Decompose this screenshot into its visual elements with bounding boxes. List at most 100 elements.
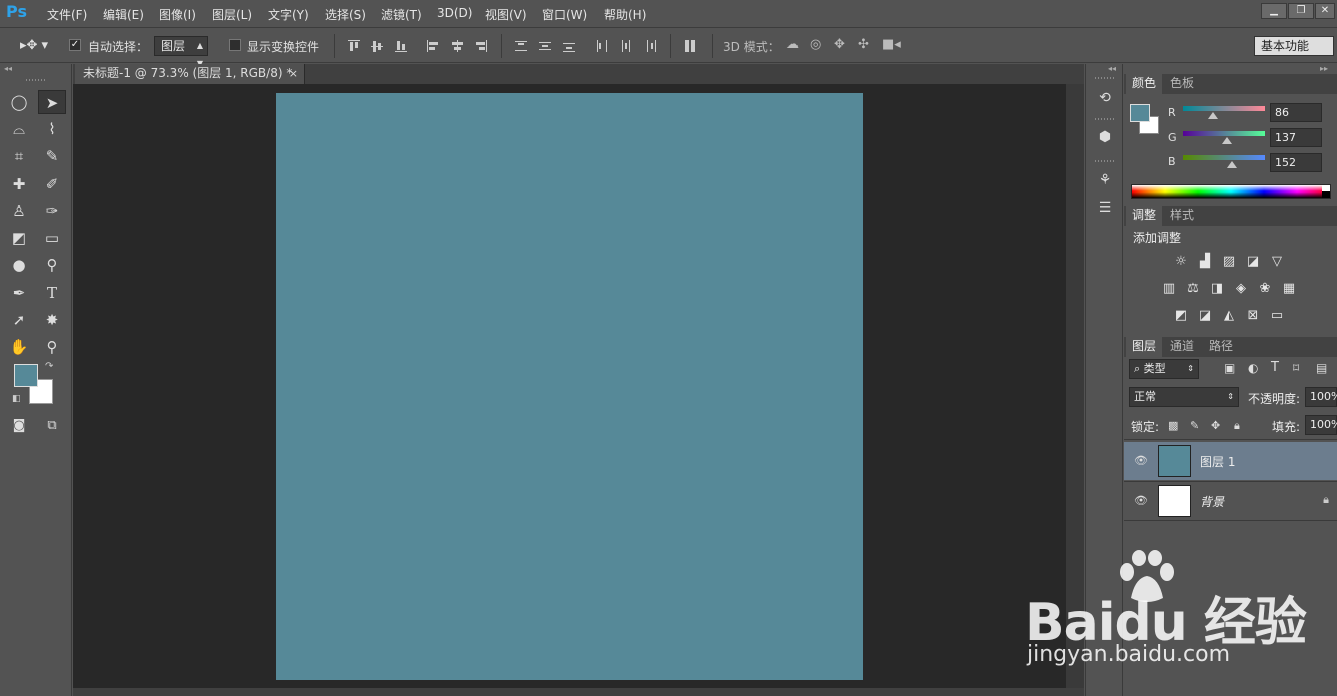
default-colors-icon[interactable]: ◧	[12, 394, 21, 404]
menu-select[interactable]: 选择(S)	[325, 6, 366, 23]
minimize-button[interactable]: ▁	[1261, 3, 1287, 19]
zoom-tool-icon[interactable]: ⚲	[38, 335, 66, 359]
auto-align-layers-icon[interactable]	[682, 38, 698, 54]
red-slider[interactable]	[1183, 106, 1265, 111]
lock-image-icon[interactable]: ✎	[1190, 419, 1199, 432]
gradient-tool-icon[interactable]: ▭	[38, 226, 66, 250]
document-canvas[interactable]	[276, 93, 863, 680]
distribute-top-icon[interactable]	[513, 38, 529, 54]
auto-select-target-select[interactable]: 图层 ▲▼	[154, 36, 208, 68]
align-top-icon[interactable]	[346, 38, 362, 54]
red-value-field[interactable]: 86	[1270, 103, 1322, 122]
collapse-panels-icon[interactable]: ▸▸	[1320, 64, 1328, 73]
panel-grip[interactable]	[1095, 160, 1115, 162]
tab-paths[interactable]: 路径	[1203, 337, 1239, 357]
channel-mixer-icon[interactable]: ❀	[1256, 281, 1274, 297]
swap-colors-icon[interactable]: ↷	[45, 361, 53, 372]
foreground-color-swatch[interactable]	[14, 364, 38, 387]
photo-filter-icon[interactable]: ◈	[1232, 281, 1250, 297]
blue-value-field[interactable]: 152	[1270, 153, 1322, 172]
threshold-icon[interactable]: ◭	[1220, 308, 1238, 324]
clone-stamp-tool-icon[interactable]: ♙	[5, 199, 33, 223]
blur-tool-icon[interactable]: ●	[5, 253, 33, 277]
color-balance-icon[interactable]: ⚖	[1184, 281, 1202, 297]
menu-type[interactable]: 文字(Y)	[268, 6, 309, 23]
align-hcenter-icon[interactable]	[449, 38, 465, 54]
3d-slide-icon[interactable]: ✣	[858, 37, 869, 52]
history-brush-tool-icon[interactable]: ✑	[38, 199, 66, 223]
path-selection-tool-icon[interactable]: ➚	[5, 308, 33, 332]
green-slider-thumb[interactable]	[1222, 137, 1232, 144]
align-vcenter-icon[interactable]	[369, 38, 385, 54]
type-tool-icon[interactable]: T	[38, 281, 66, 305]
hand-tool-icon[interactable]: ✋	[5, 335, 33, 359]
gradient-map-icon[interactable]: ▭	[1268, 308, 1286, 324]
3d-panel-icon[interactable]: ⬢	[1095, 127, 1115, 147]
selective-color-icon[interactable]: ⊠	[1244, 308, 1262, 324]
hue-saturation-icon[interactable]: ▥	[1160, 281, 1178, 297]
tab-swatches[interactable]: 色板	[1164, 74, 1200, 94]
menu-window[interactable]: 窗口(W)	[542, 6, 587, 23]
filter-shape-icon[interactable]: ⌑	[1293, 361, 1299, 375]
quick-mask-icon[interactable]: ◙	[5, 414, 33, 438]
close-tab-icon[interactable]: ×	[289, 64, 298, 83]
screen-mode-icon[interactable]: ⧉	[38, 414, 66, 438]
blue-slider-thumb[interactable]	[1227, 161, 1237, 168]
curves-icon[interactable]: ▨	[1220, 254, 1238, 270]
exposure-icon[interactable]: ◪	[1244, 254, 1262, 270]
menu-filter[interactable]: 滤镜(T)	[381, 6, 422, 23]
menu-view[interactable]: 视图(V)	[485, 6, 527, 23]
move-tool-preset-icon[interactable]: ▸✥ ▾	[20, 38, 48, 53]
blend-mode-select[interactable]: 正常 ⇕	[1129, 387, 1239, 407]
lock-transparent-icon[interactable]: ▩	[1168, 419, 1178, 432]
3d-scale-icon[interactable]: ■◂	[882, 37, 901, 52]
panel-grip[interactable]	[1095, 118, 1115, 120]
layer-name[interactable]: 图层 1	[1200, 453, 1235, 470]
tab-channels[interactable]: 通道	[1164, 337, 1200, 357]
document-tab[interactable]: 未标题-1 @ 73.3% (图层 1, RGB/8) * ×	[75, 64, 305, 84]
lock-all-icon[interactable]: 🔒︎	[1234, 419, 1240, 433]
foreground-color-chip[interactable]	[1130, 104, 1150, 122]
properties-panel-icon[interactable]: ☰	[1095, 198, 1115, 218]
brush-presets-panel-icon[interactable]: ⚘	[1095, 170, 1115, 190]
menu-3d[interactable]: 3D(D)	[437, 6, 472, 20]
distribute-left-icon[interactable]	[594, 38, 610, 54]
tab-adjustments[interactable]: 调整	[1126, 206, 1163, 226]
show-transform-checkbox[interactable]	[229, 39, 241, 51]
eraser-tool-icon[interactable]: ◩	[5, 226, 33, 250]
auto-select-checkbox[interactable]: ✓	[69, 39, 81, 51]
close-button[interactable]: ✕	[1315, 3, 1335, 19]
levels-icon[interactable]: ▟	[1196, 254, 1214, 270]
panel-grip[interactable]	[1095, 77, 1115, 79]
fill-field[interactable]: 100%	[1305, 415, 1337, 435]
filter-smart-object-icon[interactable]: ▤	[1316, 361, 1327, 375]
menu-file[interactable]: 文件(F)	[47, 6, 87, 23]
align-right-icon[interactable]	[473, 38, 489, 54]
move-tool-icon[interactable]: ➤	[38, 90, 66, 114]
expand-arrows-icon[interactable]: ◂◂	[1108, 64, 1116, 73]
brush-tool-icon[interactable]: ✐	[38, 172, 66, 196]
filter-pixel-icon[interactable]: ▣	[1224, 361, 1235, 375]
menu-help[interactable]: 帮助(H)	[604, 6, 646, 23]
blue-slider[interactable]	[1183, 155, 1265, 160]
color-lookup-icon[interactable]: ▦	[1280, 281, 1298, 297]
workspace-switcher[interactable]: 基本功能	[1254, 36, 1334, 56]
pen-tool-icon[interactable]: ✒	[5, 281, 33, 305]
restore-button[interactable]: ❐	[1288, 3, 1314, 19]
layer-row-selected[interactable]: 👁︎ 图层 1	[1124, 442, 1337, 480]
3d-orbit-icon[interactable]: ☁	[786, 37, 799, 52]
black-white-icon[interactable]: ◨	[1208, 281, 1226, 297]
tab-color[interactable]: 颜色	[1126, 74, 1163, 94]
brightness-icon[interactable]: ☼	[1172, 254, 1190, 270]
distribute-vcenter-icon[interactable]	[537, 38, 553, 54]
align-bottom-icon[interactable]	[393, 38, 409, 54]
vibrance-icon[interactable]: ▽	[1268, 254, 1286, 270]
posterize-icon[interactable]: ◪	[1196, 308, 1214, 324]
dodge-tool-icon[interactable]: ⚲	[38, 253, 66, 277]
color-spectrum-ramp[interactable]	[1131, 184, 1331, 199]
tab-styles[interactable]: 样式	[1164, 206, 1200, 226]
opacity-field[interactable]: 100%	[1305, 387, 1337, 407]
collapse-arrows-icon[interactable]: ◂◂	[4, 64, 12, 73]
green-value-field[interactable]: 137	[1270, 128, 1322, 147]
polygonal-lasso-tool-icon[interactable]: ⌓	[5, 117, 33, 141]
